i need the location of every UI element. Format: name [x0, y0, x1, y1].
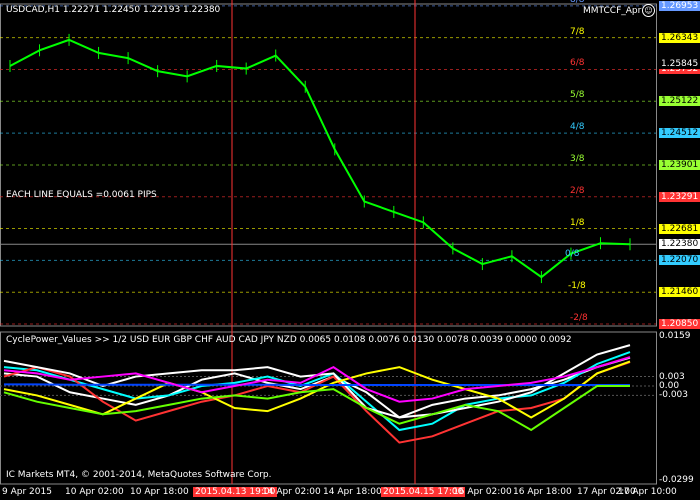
currency-label-eur: EUR — [149, 335, 171, 345]
indicator-title-row: CyclePower_Values >> 1/2 USD EUR GBP CHF… — [6, 335, 572, 345]
time-axis-label: 10 Apr 18:00 — [130, 487, 189, 497]
murrey-level-label: 2/8 — [570, 185, 585, 196]
price-axis-label: 1.22070 — [659, 255, 700, 266]
price-axis-label: 1.23901 — [659, 159, 700, 170]
price-series-line — [9, 38, 631, 279]
indicator-panel-frame — [0, 331, 657, 485]
murrey-level-label: -2/8 — [570, 313, 588, 323]
murrey-level-label: 1/8 — [570, 217, 585, 228]
currency-list: USD EUR GBP CHF AUD CAD JPY NZD — [130, 335, 300, 345]
time-axis-label: 9 Apr 2015 — [2, 487, 52, 497]
murrey-level-label: 5/8 — [570, 90, 585, 101]
time-axis-label: 16 Apr 18:00 — [513, 487, 572, 497]
currency-label-gbp: GBP — [170, 335, 192, 345]
currency-label-jpy: JPY — [257, 335, 275, 345]
price-axis-label: 1.21460 — [659, 287, 700, 298]
indicator-settings-icon[interactable]: ☺ — [642, 4, 655, 17]
currency-label-aud: AUD — [213, 335, 236, 345]
indicator-name: MMTCCF_Apr — [583, 6, 642, 16]
symbol-info: USDCAD,H1 1.22271 1.22450 1.22193 1.2238… — [6, 5, 221, 15]
time-axis-label: 14 Apr 18:00 — [323, 487, 382, 497]
time-axis-label: 17 Apr 10:00 — [618, 487, 677, 497]
time-axis-label: 10 Apr 02:00 — [65, 487, 124, 497]
price-axis-label: 1.24512 — [659, 128, 700, 139]
murrey-level-label: 7/8 — [570, 26, 585, 37]
each-line-note: EACH LINE EQUALS =0.0061 PIPS — [6, 190, 157, 200]
price-axis-label: 1.25845 — [659, 58, 700, 69]
copyright-text: IC Markets MT4, © 2001-2014, MetaQuotes … — [6, 470, 272, 480]
price-axis-label: 1.25122 — [659, 96, 700, 107]
time-axis-label: 14 Apr 02:00 — [262, 487, 321, 497]
indicator-scale-label: -0.0299 — [659, 475, 694, 485]
price-axis-label: 1.23291 — [659, 191, 700, 202]
price-axis-label: 1.26343 — [659, 32, 700, 43]
murrey-level-label: 8/8 — [570, 0, 584, 5]
currency-label-nzd: NZD — [274, 335, 297, 345]
currency-label-cad: CAD — [235, 335, 258, 345]
indicator-title: CyclePower_Values >> 1/2 — [6, 335, 127, 345]
indicator-values: 0.0065 0.0108 0.0076 0.0130 0.0078 0.003… — [299, 335, 572, 345]
price-axis-label: 1.20850 — [659, 319, 700, 329]
price-axis-label: 1.26953 — [659, 0, 700, 11]
main-chart-svg[interactable] — [0, 0, 700, 500]
price-axis-label: 1.22681 — [659, 223, 700, 234]
currency-label-chf: CHF — [191, 335, 214, 345]
murrey-level-label: 3/8 — [570, 153, 585, 164]
murrey-level-label: 6/8 — [570, 58, 585, 69]
currency-label-usd: USD — [129, 335, 150, 345]
murrey-level-label: -1/8 — [568, 281, 586, 292]
time-axis-label: 16 Apr 02:00 — [453, 487, 512, 497]
murrey-level-label: 4/8 — [570, 122, 585, 133]
murrey-level-label: 0/8 — [565, 249, 580, 260]
indicator-scale-label: 0.0159 — [659, 331, 691, 341]
trading-chart[interactable]: USDCAD,H1 1.22271 1.22450 1.22193 1.2238… — [0, 0, 700, 500]
indicator-scale-label: -0.003 — [659, 390, 689, 401]
current-price-label: 1.22380 — [659, 239, 700, 250]
indicator-series-cad — [4, 383, 630, 387]
